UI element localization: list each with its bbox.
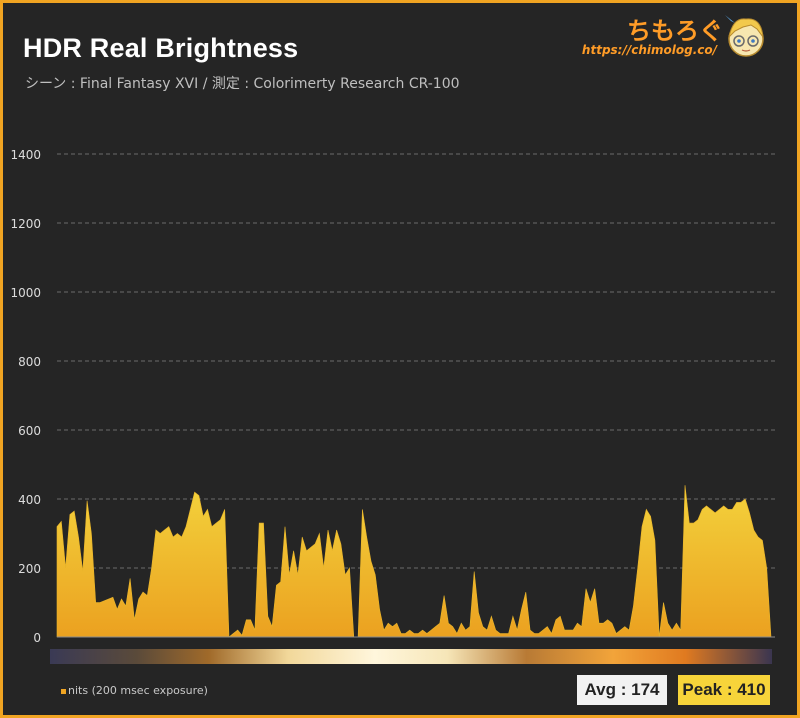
chart-frame: HDR Real Brightness シーン : Final Fantasy … <box>3 3 797 715</box>
peak-badge: Peak : 410 <box>678 675 770 705</box>
y-tick-label: 1400 <box>10 148 41 162</box>
legend-swatch <box>61 688 66 694</box>
y-tick-label: 200 <box>18 562 41 576</box>
legend-label: nits (200 msec exposure) <box>68 684 208 697</box>
y-tick-label: 400 <box>18 493 41 507</box>
scene-thumbnail-strip <box>50 649 772 664</box>
y-tick-label: 1000 <box>10 286 41 300</box>
series-area-nits <box>56 485 772 638</box>
y-tick-label: 800 <box>18 355 41 369</box>
legend: nits (200 msec exposure) <box>61 684 208 697</box>
y-tick-label: 600 <box>18 424 41 438</box>
y-tick-label: 1200 <box>10 217 41 231</box>
avg-badge: Avg : 174 <box>577 675 667 705</box>
y-tick-label: 0 <box>33 631 41 645</box>
brightness-chart: 0 200 400 600 800 1000 1200 1400 <box>10 148 775 664</box>
